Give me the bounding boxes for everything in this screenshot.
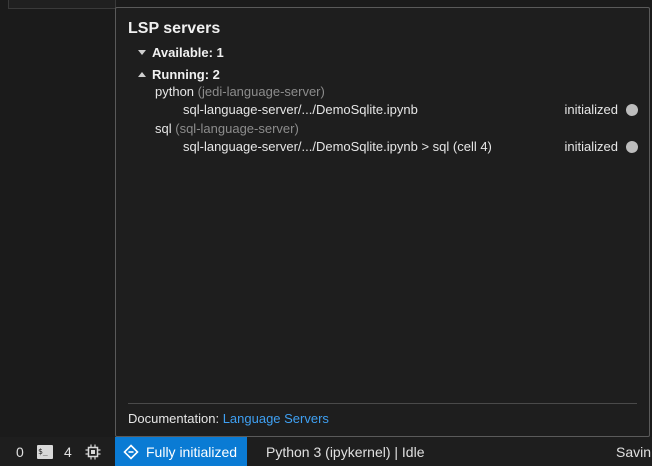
- document-path: sql-language-server/.../DemoSqlite.ipynb: [183, 102, 418, 117]
- chip-icon: [85, 444, 101, 459]
- lsp-popup: LSP servers Available: 1 Running: 2 pyth…: [115, 7, 650, 437]
- popup-title: LSP servers: [128, 20, 221, 37]
- caret-down-icon: [138, 50, 146, 55]
- status-label: initialized: [564, 139, 618, 154]
- status-bar: 0 $_ 4 Fully initialized Python 3 (ipyke…: [0, 437, 652, 466]
- status-count-b[interactable]: 4: [64, 437, 72, 466]
- saving-status: Savin: [616, 443, 652, 460]
- divider: [128, 403, 637, 404]
- server-name: python: [155, 84, 195, 99]
- status-count-a[interactable]: 0: [16, 437, 24, 466]
- terminal-status[interactable]: $_: [37, 437, 53, 466]
- running-section[interactable]: Running: 2: [138, 67, 220, 82]
- running-label: Running: 2: [152, 67, 220, 82]
- server-python: python (jedi-language-server): [155, 84, 325, 99]
- kernel-usage-status[interactable]: [85, 437, 101, 466]
- documentation-footer: Documentation: Language Servers: [128, 411, 329, 426]
- terminal-icon: $_: [37, 444, 53, 459]
- server-impl: (jedi-language-server): [197, 84, 325, 99]
- document-status: initialized: [565, 102, 638, 117]
- status-dot-icon: [626, 140, 638, 153]
- document-status: initialized: [565, 139, 638, 154]
- server-sql-document[interactable]: sql-language-server/.../DemoSqlite.ipynb…: [183, 139, 638, 154]
- lsp-status-button[interactable]: Fully initialized: [115, 437, 248, 466]
- kernel-status[interactable]: Python 3 (ipykernel) | Idle: [266, 437, 425, 466]
- language-servers-link[interactable]: Language Servers: [223, 411, 329, 426]
- caret-up-icon: [138, 72, 146, 77]
- server-name: sql: [155, 121, 172, 136]
- server-impl: (sql-language-server): [175, 121, 299, 136]
- documentation-label: Documentation:: [128, 411, 220, 426]
- available-label: Available: 1: [152, 45, 224, 60]
- server-sql: sql (sql-language-server): [155, 121, 299, 136]
- available-section[interactable]: Available: 1: [138, 45, 224, 60]
- status-dot-icon: [626, 103, 638, 116]
- lsp-plug-icon: [123, 443, 139, 460]
- app-root: LSP servers Available: 1 Running: 2 pyth…: [0, 0, 652, 466]
- server-python-document[interactable]: sql-language-server/.../DemoSqlite.ipynb…: [183, 102, 638, 117]
- document-path: sql-language-server/.../DemoSqlite.ipynb…: [183, 139, 492, 154]
- lsp-status-label: Fully initialized: [146, 443, 238, 460]
- background-panel-edge: [8, 0, 116, 9]
- status-label: initialized: [564, 102, 618, 117]
